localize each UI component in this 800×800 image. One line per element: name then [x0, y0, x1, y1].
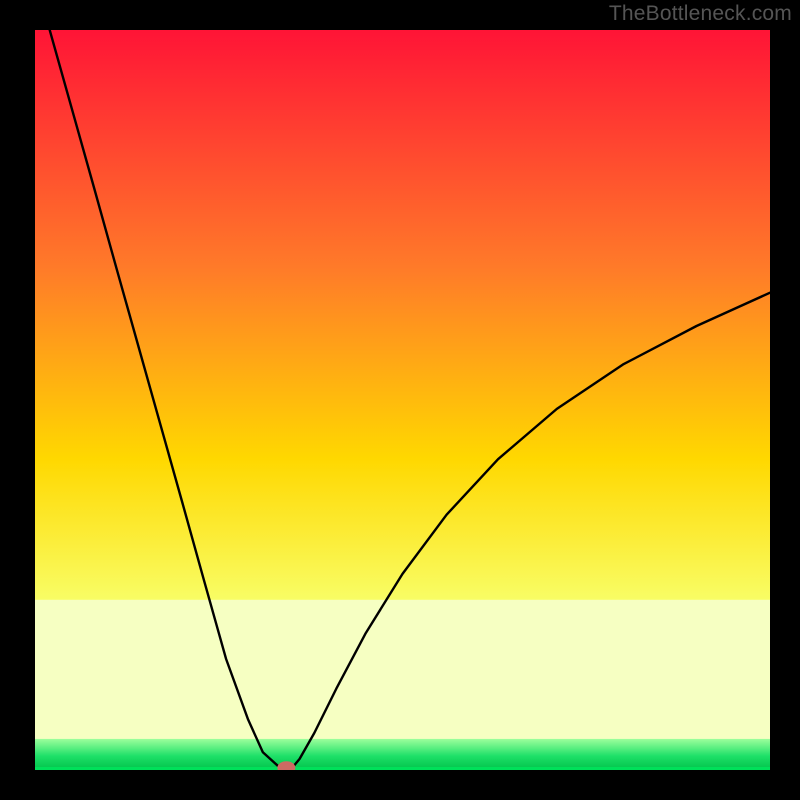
chart-frame: TheBottleneck.com [0, 0, 800, 800]
green-baseline [35, 767, 770, 770]
green-band [35, 739, 770, 770]
source-credit: TheBottleneck.com [609, 2, 792, 26]
plot-area [35, 30, 770, 770]
yellow-band [35, 600, 770, 739]
chart-svg [35, 30, 770, 770]
